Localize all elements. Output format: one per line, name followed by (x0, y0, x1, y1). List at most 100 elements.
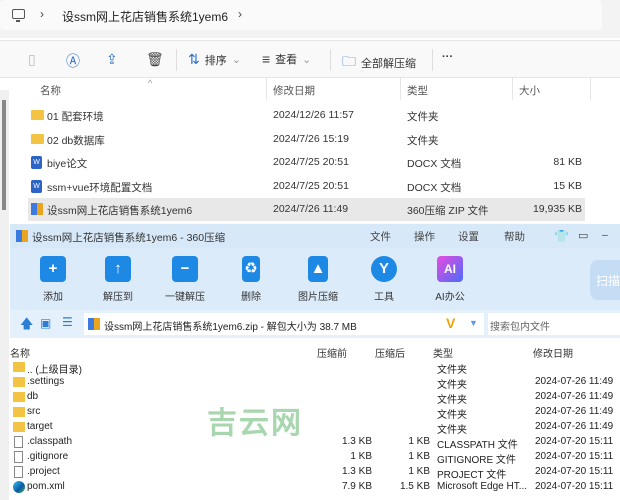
ai-office-button[interactable]: AI AI办公 (420, 256, 480, 303)
col-date[interactable]: 修改日期 (533, 345, 573, 360)
archive-row[interactable]: .settings 文件夹 2024-07-26 11:49 (10, 375, 620, 391)
minimize-icon[interactable]: – (602, 229, 608, 241)
search-input[interactable]: 搜索包内文件 (488, 313, 620, 335)
file-icon (14, 436, 23, 448)
paste-icon[interactable]: ▯ (28, 51, 36, 68)
archive-row[interactable]: src 文件夹 2024-07-26 11:49 (10, 405, 620, 421)
entry-size-before: 7.9 KB (341, 481, 372, 492)
one-click-extract-button[interactable]: − 一键解压 (155, 256, 215, 303)
tools-icon: Y (371, 256, 397, 282)
rename-icon[interactable]: Ⓐ (66, 51, 80, 71)
tools-button[interactable]: Y 工具 (354, 256, 414, 303)
col-size[interactable]: 大小 (519, 83, 540, 98)
entry-date: 2024-07-26 11:49 (535, 391, 614, 402)
file-size: 19,935 KB (532, 203, 582, 216)
computer-icon[interactable] (12, 9, 25, 22)
file-type: 360压缩 ZIP 文件 (407, 205, 489, 218)
sort-button[interactable]: ⇅ 排序 ⌄ (188, 51, 241, 68)
add-button[interactable]: + 添加 (23, 256, 83, 303)
feedback-icon[interactable]: ▭ (578, 229, 588, 242)
menu-file[interactable]: 文件 (370, 229, 391, 244)
entry-size-after: 1 KB (408, 436, 430, 447)
thumbnail-view-icon[interactable]: ▣ (40, 316, 51, 330)
skin-icon[interactable]: 👕 (554, 229, 569, 243)
chevron-right-icon[interactable]: › (238, 7, 242, 21)
share-icon[interactable]: ⇪ (106, 51, 118, 68)
entry-name: target (27, 421, 53, 432)
entry-name: .gitignore (27, 451, 69, 462)
archive-row[interactable]: .. (上级目录) 文件夹 (10, 360, 620, 376)
entry-type: GITIGNORE 文件 (437, 455, 516, 466)
sort-caret-icon: ^ (148, 78, 153, 88)
entry-size-after: 1.5 KB (399, 481, 430, 492)
entry-type: 文件夹 (437, 425, 467, 436)
entry-type: Microsoft Edge HT... (437, 481, 528, 492)
menu-operate[interactable]: 操作 (414, 229, 435, 244)
delete-icon[interactable]: 🗑 (146, 51, 164, 68)
entry-date: 2024-07-26 11:49 (535, 376, 614, 387)
file-row[interactable]: Wbiye论文 2024/7/25 20:51 DOCX 文档 81 KB (28, 151, 585, 174)
menu-settings[interactable]: 设置 (458, 229, 479, 244)
v-logo-icon[interactable]: V (446, 315, 455, 331)
scan-button[interactable]: 扫描 (590, 260, 620, 300)
archive-titlebar: 设ssm网上花店销售系统1yem6 - 360压缩 文件 操作 设置 帮助 👕 … (10, 224, 620, 248)
archive-row[interactable]: target 文件夹 2024-07-26 11:49 (10, 420, 620, 436)
file-row[interactable]: 设ssm网上花店销售系统1yem6 2024/7/26 11:49 360压缩 ZI… (28, 198, 585, 222)
file-row[interactable]: 01 配套环境 2024/12/26 11:57 文件夹 (28, 104, 585, 127)
view-button[interactable]: ≡ 查看 ⌄ (262, 51, 311, 67)
archive-row[interactable]: .gitignore 1 KB 1 KB GITIGNORE 文件 2024-07-20… (10, 450, 620, 466)
folder-icon (13, 362, 25, 372)
extract-to-label: 解压到 (103, 292, 133, 303)
entry-size-after: 1 KB (408, 451, 430, 462)
one-click-extract-icon: − (172, 256, 198, 282)
archive-row[interactable]: pom.xml 7.9 KB 1.5 KB Microsoft Edge HT... 2… (10, 480, 620, 495)
col-after[interactable]: 压缩后 (375, 345, 405, 360)
edge-icon (13, 481, 25, 493)
extract-to-button[interactable]: ↑ 解压到 (88, 256, 148, 303)
dropdown-icon[interactable]: ▼ (469, 318, 478, 328)
folder-icon (13, 422, 25, 432)
tools-label: 工具 (374, 292, 394, 303)
entry-type: CLASSPATH 文件 (437, 440, 518, 451)
breadcrumb-folder[interactable]: 设ssm网上花店销售系统1yem6 (62, 8, 228, 25)
breadcrumb[interactable]: › 设ssm网上花店销售系统1yem6 › (0, 0, 602, 30)
col-type[interactable]: 类型 (407, 83, 428, 98)
delete-button[interactable]: ♻ 删除 (221, 256, 281, 303)
entry-date: 2024-07-26 11:49 (535, 406, 614, 417)
archive-path-field[interactable]: 设ssm网上花店销售系统1yem6.zip - 解包大小为 38.7 MB V … (84, 313, 484, 335)
file-date: 2024/7/25 20:51 (273, 156, 349, 169)
archive-row[interactable]: db 文件夹 2024-07-26 11:49 (10, 390, 620, 406)
ai-office-label: AI办公 (435, 292, 465, 303)
entry-date: 2024-07-20 15:11 (535, 451, 614, 462)
scrollbar[interactable] (0, 90, 9, 500)
list-view-icon[interactable]: ☰ (62, 315, 73, 329)
menu-help[interactable]: 帮助 (504, 229, 525, 244)
entry-size-before: 1 KB (350, 451, 372, 462)
image-compress-button[interactable]: ▲ 图片压缩 (288, 256, 348, 303)
entry-date: 2024-07-20 15:11 (535, 436, 614, 447)
col-name[interactable]: 名称 (10, 345, 30, 360)
folder-icon (13, 377, 25, 387)
col-type[interactable]: 类型 (433, 345, 453, 360)
file-name: ssm+vue环境配置文档 (47, 181, 153, 194)
entry-date: 2024-07-26 11:49 (535, 421, 614, 432)
col-before[interactable]: 压缩前 (317, 345, 347, 360)
col-date[interactable]: 修改日期 (273, 83, 315, 98)
archive-row[interactable]: .project 1.3 KB 1 KB PROJECT 文件 2024-07-20 1… (10, 465, 620, 481)
file-row[interactable]: 02 db数据库 2024/7/26 15:19 文件夹 (28, 128, 585, 151)
up-arrow-icon[interactable]: 🡅 (20, 315, 33, 337)
file-row[interactable]: Wssm+vue环境配置文档 2024/7/25 20:51 DOCX 文档 15 K… (28, 175, 585, 198)
file-size: 15 KB (553, 179, 582, 192)
extract-all-button[interactable]: 🗀 全部解压缩 (342, 51, 416, 75)
more-button[interactable]: ··· (442, 51, 453, 63)
explorer-toolbar: ▯ Ⓐ ⇪ 🗑 ⇅ 排序 ⌄ ≡ 查看 ⌄ 🗀 全部解压缩 ··· (0, 40, 620, 78)
archive-row[interactable]: .classpath 1.3 KB 1 KB CLASSPATH 文件 2024-07-… (10, 435, 620, 451)
recycle-icon: ♻ (242, 256, 260, 282)
file-type: 文件夹 (407, 111, 439, 123)
entry-name: .settings (27, 376, 65, 387)
entry-name: pom.xml (27, 481, 65, 492)
entry-type: 文件夹 (437, 380, 467, 391)
zip-icon (31, 203, 43, 216)
col-name[interactable]: 名称 (40, 83, 61, 98)
image-compress-label: 图片压缩 (298, 292, 338, 303)
